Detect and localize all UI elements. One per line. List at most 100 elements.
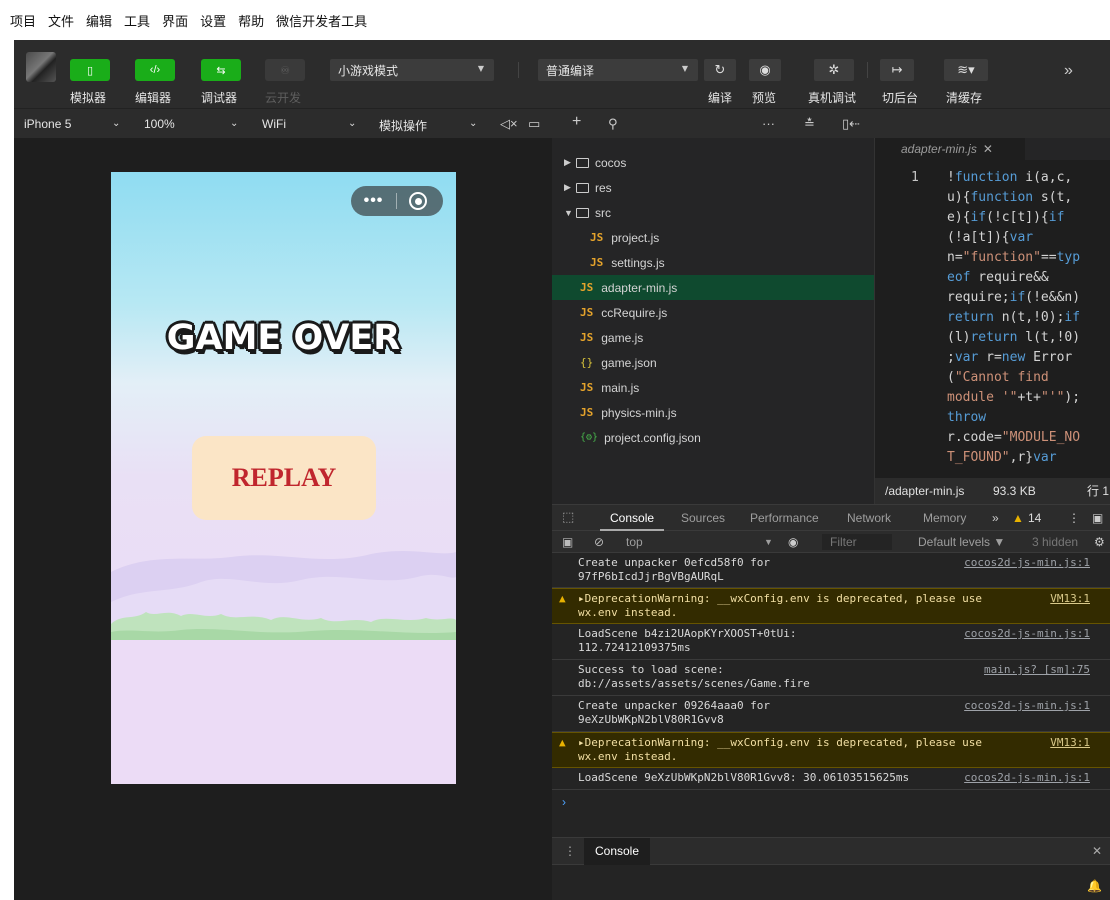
kebab-menu-icon[interactable]: ⋮: [1068, 511, 1080, 525]
log-message: Success to load scene: db://assets/asset…: [578, 663, 810, 690]
collapse-icon[interactable]: ≛: [804, 116, 815, 132]
clear-cache-button[interactable]: ≋▾: [944, 59, 988, 81]
editor-tab[interactable]: adapter-min.js ✕: [875, 138, 1025, 160]
mute-icon[interactable]: ◁×: [500, 116, 518, 132]
tree-label: game.json: [601, 355, 657, 370]
log-source-link[interactable]: VM13:1: [1050, 592, 1090, 606]
add-icon[interactable]: +: [572, 113, 581, 131]
menu-settings[interactable]: 设置: [200, 11, 226, 30]
tree-file-active[interactable]: JS adapter-min.js: [552, 275, 874, 300]
tree-file[interactable]: {} game.json: [552, 350, 874, 375]
console-prompt-icon[interactable]: ›: [562, 795, 566, 809]
tree-file[interactable]: JS main.js: [552, 375, 874, 400]
more-dots-icon[interactable]: •••: [351, 186, 396, 216]
more-tabs[interactable]: »: [992, 511, 999, 525]
simulator-button[interactable]: ▯: [70, 59, 110, 81]
js-file-icon: JS: [580, 331, 594, 344]
drawer-tab-console[interactable]: Console: [584, 838, 650, 865]
tab-network[interactable]: Network: [847, 511, 891, 525]
sidebar-toggle-icon[interactable]: ▣: [562, 535, 573, 549]
gear-icon[interactable]: ⚙: [1094, 535, 1105, 549]
log-entry: LoadScene 9eXzUbWKpN2blV80R1Gvv8: 30.061…: [552, 768, 1110, 790]
menu-file[interactable]: 文件: [48, 11, 74, 30]
tab-performance[interactable]: Performance: [750, 511, 819, 525]
preview-button[interactable]: ◉: [749, 59, 781, 81]
network-select[interactable]: WiFi: [262, 117, 286, 131]
levels-select[interactable]: Default levels ▼: [918, 535, 1005, 549]
eye-icon[interactable]: ◉: [788, 535, 798, 549]
drawer-menu-icon[interactable]: ⋮: [564, 844, 576, 858]
log-entry: Create unpacker 09264aaa0 for 9eXzUbWKpN…: [552, 696, 1110, 732]
compile-button[interactable]: ↻: [704, 59, 736, 81]
tab-sources[interactable]: Sources: [681, 511, 725, 525]
tree-label: game.js: [601, 330, 644, 345]
tab-console[interactable]: Console: [610, 511, 654, 525]
split-icon[interactable]: ▯⇠: [842, 116, 860, 132]
close-icon[interactable]: ✕: [1092, 844, 1102, 858]
tree-file[interactable]: JS ccRequire.js: [552, 300, 874, 325]
simulator-subbar: iPhone 5 ⌄ 100% ⌄ WiFi ⌄ 模拟操作 ⌄ ◁× ▭ + ⚲…: [14, 108, 1110, 138]
close-target-icon[interactable]: [409, 192, 427, 210]
filter-input[interactable]: Filter: [822, 534, 892, 550]
capsule-menu[interactable]: •••: [351, 186, 443, 216]
eye-icon: ◉: [759, 62, 771, 77]
log-message: LoadScene 9eXzUbWKpN2blV80R1Gvv8: 30.061…: [578, 771, 910, 784]
close-icon[interactable]: ✕: [983, 142, 993, 156]
menu-app-name[interactable]: 微信开发者工具: [276, 11, 367, 30]
log-source-link[interactable]: main.js? [sm]:75: [984, 663, 1090, 677]
zoom-select[interactable]: 100%: [144, 117, 175, 131]
log-source-link[interactable]: VM13:1: [1050, 736, 1090, 750]
caret-down-icon: ▼: [681, 64, 688, 73]
editor-button[interactable]: ‹/›: [135, 59, 175, 81]
debugger-button[interactable]: ⇆: [201, 59, 241, 81]
device-debug-button[interactable]: ✲: [814, 59, 854, 81]
inspect-icon[interactable]: ⬚: [562, 509, 574, 525]
file-tree: ▶ cocos ▶ res ▼ src JS project.js JS set…: [552, 138, 874, 504]
log-entry: LoadScene b4zi2UAopKYrXOOST+0tUi: 112.72…: [552, 624, 1110, 660]
background-button[interactable]: ↦: [880, 59, 914, 81]
tree-folder-src[interactable]: ▼ src: [552, 200, 874, 225]
more-horizontal-icon[interactable]: ···: [762, 116, 775, 131]
menu-project[interactable]: 项目: [10, 11, 36, 30]
log-message: Create unpacker 09264aaa0 for 9eXzUbWKpN…: [578, 699, 771, 726]
config-file-icon: {⚙}: [580, 432, 599, 443]
clear-console-icon[interactable]: ⊘: [594, 535, 604, 549]
tree-folder-res[interactable]: ▶ res: [552, 175, 874, 200]
context-select[interactable]: top: [626, 535, 643, 549]
log-source-link[interactable]: cocos2d-js-min.js:1: [964, 556, 1090, 570]
mode-select[interactable]: 小游戏模式 ▼: [330, 59, 494, 81]
compile-mode-select[interactable]: 普通编译 ▼: [538, 59, 698, 81]
status-size: 93.3 KB: [993, 484, 1036, 498]
device-select[interactable]: iPhone 5: [24, 117, 71, 131]
menu-view[interactable]: 界面: [162, 11, 188, 30]
tree-file[interactable]: JS physics-min.js: [552, 400, 874, 425]
menu-edit[interactable]: 编辑: [86, 11, 112, 30]
tree-file[interactable]: JS project.js: [552, 225, 874, 250]
cloud-button[interactable]: ♾: [265, 59, 305, 81]
chevron-down-icon: ⌄: [112, 118, 121, 129]
warning-count[interactable]: 14: [1028, 511, 1041, 525]
tree-file[interactable]: JS settings.js: [552, 250, 874, 275]
more-icon[interactable]: »: [1064, 62, 1073, 80]
tree-file[interactable]: JS game.js: [552, 325, 874, 350]
window-icon[interactable]: ▭: [528, 116, 540, 132]
tree-file[interactable]: {⚙} project.config.json: [552, 425, 874, 450]
search-icon[interactable]: ⚲: [608, 116, 618, 132]
tree-folder-cocos[interactable]: ▶ cocos: [552, 150, 874, 175]
menu-help[interactable]: 帮助: [238, 11, 264, 30]
menu-tools[interactable]: 工具: [124, 11, 150, 30]
replay-button[interactable]: REPLAY: [192, 436, 376, 520]
game-screen[interactable]: ••• GAME OVER REPLAY: [111, 172, 456, 784]
game-over-title: GAME OVER: [166, 318, 401, 358]
operation-select[interactable]: 模拟操作: [379, 117, 427, 134]
js-file-icon: JS: [580, 406, 594, 419]
dock-icon[interactable]: ▣: [1092, 511, 1103, 525]
tab-memory[interactable]: Memory: [923, 511, 966, 525]
bell-icon[interactable]: 🔔: [1087, 879, 1102, 893]
log-source-link[interactable]: cocos2d-js-min.js:1: [964, 771, 1090, 785]
log-source-link[interactable]: cocos2d-js-min.js:1: [964, 699, 1090, 713]
tree-label: cocos: [595, 155, 627, 170]
user-avatar[interactable]: [26, 52, 56, 82]
log-source-link[interactable]: cocos2d-js-min.js:1: [964, 627, 1090, 641]
chevron-down-icon: ⌄: [230, 118, 239, 129]
